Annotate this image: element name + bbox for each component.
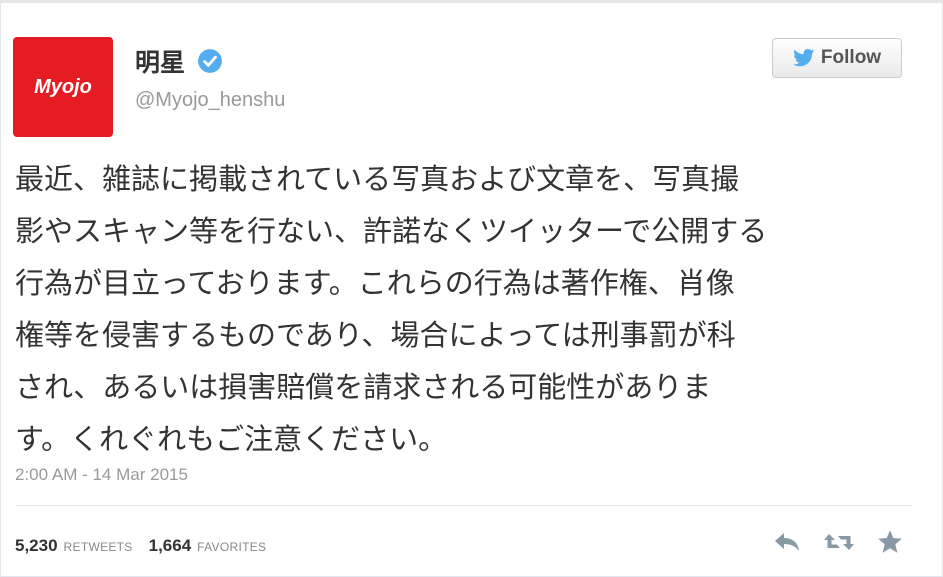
retweets-label[interactable]: RETWEETS <box>64 540 133 554</box>
avatar[interactable]: Myojo <box>13 37 113 137</box>
retweet-button[interactable] <box>822 530 856 554</box>
verified-badge-icon <box>198 49 222 73</box>
display-name[interactable]: 明星 <box>135 43 185 79</box>
tweet-text: 最近、雑誌に掲載されている写真および文章を、写真撮 影やスキャン等を行ない、許諾… <box>15 153 895 465</box>
tweet-card: Myojo 明星 @Myojo_henshu Follow 最近、雑誌に掲載され… <box>0 0 943 577</box>
tweet-text-line: す。くれぐれもご注意ください。 <box>15 422 448 456</box>
follow-button-label: Follow <box>820 47 882 68</box>
tweet-text-line: 最近、雑誌に掲載されている写真および文章を、写真撮 <box>15 162 740 196</box>
tweet-text-line: 行為が目立っております。これらの行為は著作権、肖像 <box>15 266 735 300</box>
tweet-actions <box>752 529 904 555</box>
user-handle[interactable]: @Myojo_henshu <box>135 89 285 112</box>
tweet-stats: 5,230 RETWEETS 1,664 FAVORITES <box>15 536 282 556</box>
tweet-text-line: 権等を侵害するものであり、場合によっては刑事罰が科 <box>15 318 736 352</box>
follow-button[interactable]: Follow <box>772 38 902 78</box>
display-name-row[interactable]: 明星 <box>135 43 223 79</box>
divider <box>15 505 912 506</box>
twitter-bird-icon <box>793 49 815 67</box>
reply-icon <box>775 533 799 551</box>
favorite-star-icon <box>878 530 902 553</box>
tweet-timestamp[interactable]: 2:00 AM - 14 Mar 2015 <box>15 465 188 485</box>
reply-button[interactable] <box>772 530 802 554</box>
tweet-text-line: され、あるいは損害賠償を請求される可能性がありま <box>15 370 712 404</box>
favorite-button[interactable] <box>876 529 904 555</box>
retweet-icon <box>824 534 854 550</box>
favorites-count[interactable]: 1,664 <box>149 536 192 556</box>
avatar-logo-text: Myojo <box>34 75 92 98</box>
tweet-text-line: 影やスキャン等を行ない、許諾なくツイッターで公開する <box>15 214 768 248</box>
favorites-label[interactable]: FAVORITES <box>197 540 266 554</box>
retweets-count[interactable]: 5,230 <box>15 536 58 556</box>
